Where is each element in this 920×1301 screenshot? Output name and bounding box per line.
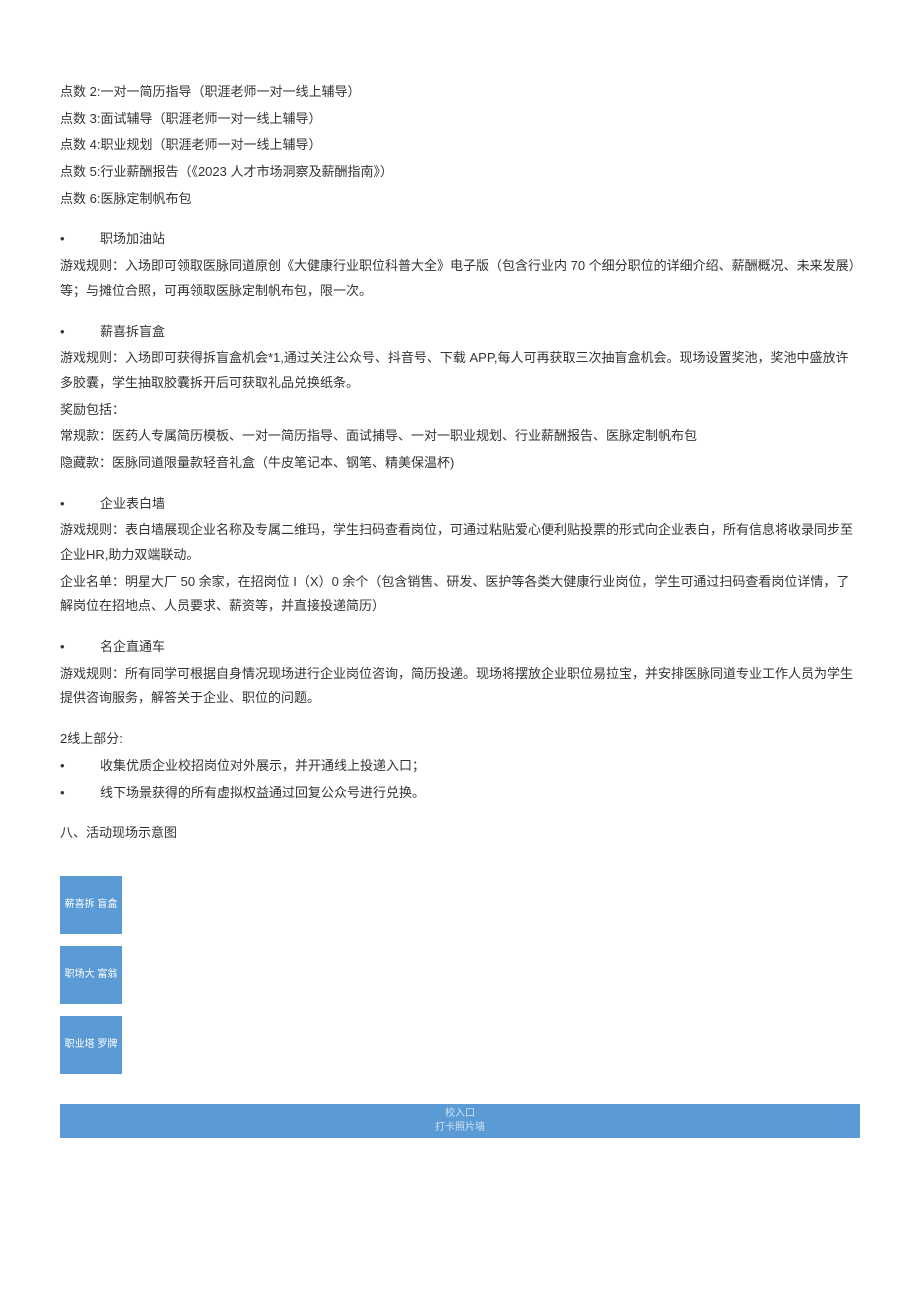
section-online-item2: 线下场景获得的所有虚拟权益通过回复公众号进行兑换。	[60, 781, 860, 806]
section-qybbq-list: 企业名单：明星大厂 50 余家，在招岗位 I（X）0 余个（包含销售、研发、医护…	[60, 570, 860, 619]
section-mqztc-title: 名企直通车	[60, 635, 860, 660]
point-5: 点数 5:行业薪酬报告（《2023 人才市场洞察及薪酬指南》）	[60, 160, 860, 185]
diagram-title: 八、活动现场示意图	[60, 821, 860, 846]
section-xxcmh-reward-label: 奖励包括：	[60, 398, 860, 423]
banner-line-2: 打卡照片墙	[60, 1121, 860, 1135]
section-online-item1: 收集优质企业校招岗位对外展示，并开通线上投递入口；	[60, 754, 860, 779]
point-4: 点数 4:职业规划（职涯老师一对一线上辅导）	[60, 133, 860, 158]
section-qybbq-rule: 游戏规则：表白墙展现企业名称及专属二维玛，学生扫码查看岗位，可通过粘贴爱心便利贴…	[60, 518, 860, 567]
diagram-side-boxes: 薪喜拆 盲盒 职场大 富翁 职业塔 罗牌	[60, 876, 122, 1074]
banner-line-1: 校入口	[60, 1107, 860, 1121]
section-online-title: 2线上部分:	[60, 727, 860, 752]
point-3: 点数 3:面试辅导（职涯老师一对一线上辅导）	[60, 107, 860, 132]
section-qybbq-title: 企业表白墙	[60, 492, 860, 517]
section-xxcmh-normal: 常规款：医药人专属简历模板、一对一简历指导、面试捕导、一对一职业规划、行业薪酬报…	[60, 424, 860, 449]
section-mqztc-rule: 游戏规则：所有同学可根据自身情况现场进行企业岗位咨询，简历投递。现场将摆放企业职…	[60, 662, 860, 711]
section-xxcmh-hidden: 隐藏款：医脉同道限量款轻音礼盒（牛皮笔记本、钢笔、精美保温杯)	[60, 451, 860, 476]
section-xxcmh-rule: 游戏规则：入场即可获得拆盲盒机会*1,通过关注公众号、抖音号、下载 APP,每人…	[60, 346, 860, 395]
diagram-banner: 校入口 打卡照片墙	[60, 1104, 860, 1138]
section-zjz-title: 职场加油站	[60, 227, 860, 252]
diagram-area: 薪喜拆 盲盒 职场大 富翁 职业塔 罗牌 校入口 打卡照片墙	[60, 876, 860, 1138]
section-xxcmh-title: 薪喜拆盲盒	[60, 320, 860, 345]
diagram-box-3: 职业塔 罗牌	[60, 1016, 122, 1074]
diagram-box-1: 薪喜拆 盲盒	[60, 876, 122, 934]
section-zjz-rule: 游戏规则：入场即可领取医脉同道原创《大健康行业职位科普大全》电子版（包含行业内 …	[60, 254, 860, 303]
document-content: 点数 2:一对一简历指导（职涯老师一对一线上辅导） 点数 3:面试辅导（职涯老师…	[60, 80, 860, 1138]
point-2: 点数 2:一对一简历指导（职涯老师一对一线上辅导）	[60, 80, 860, 105]
point-6: 点数 6:医脉定制帆布包	[60, 187, 860, 212]
diagram-box-2: 职场大 富翁	[60, 946, 122, 1004]
